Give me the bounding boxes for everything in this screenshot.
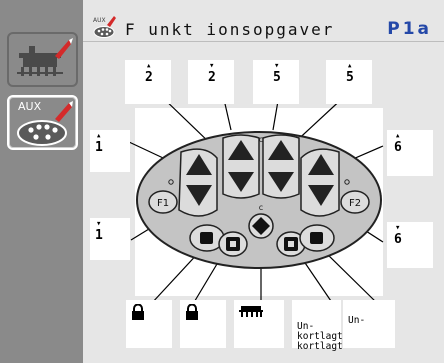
label-number: 5 bbox=[346, 70, 354, 85]
rocker-button-4[interactable] bbox=[300, 148, 340, 217]
aux-controller-icon bbox=[17, 101, 73, 146]
f1-button[interactable]: F1 bbox=[148, 190, 178, 214]
function-assignment-panel: F1 F2 c c c bbox=[83, 42, 444, 363]
label-text: Un- kortlagt kortlagt bbox=[297, 321, 343, 352]
seeder-raise-icon bbox=[17, 38, 73, 76]
label-box-bottom-4[interactable]: Un- kortlagt kortlagt bbox=[292, 300, 343, 352]
label-number: 2 bbox=[145, 70, 153, 85]
square-button-4[interactable] bbox=[299, 224, 335, 252]
label-box-right-2[interactable]: ▾ 6 bbox=[387, 222, 433, 268]
label-box-left-2[interactable]: ▾ 1 bbox=[90, 218, 130, 260]
label-box-bottom-1[interactable] bbox=[126, 300, 172, 348]
label-number: 5 bbox=[273, 70, 281, 85]
label-number: 6 bbox=[394, 140, 402, 155]
label-box-bottom-2[interactable] bbox=[180, 300, 226, 348]
softkey-column: AUX bbox=[0, 0, 83, 363]
aux-header-icon: AUX bbox=[93, 16, 116, 38]
marker-c-top: c bbox=[259, 135, 263, 144]
f2-label: F2 bbox=[349, 198, 361, 209]
label-box-top-1[interactable]: ▴ 2 bbox=[125, 60, 171, 104]
softkey-drill-settings[interactable] bbox=[7, 32, 78, 87]
page-title: F unkt ionsopgaver bbox=[125, 20, 335, 39]
softkey-aux[interactable]: AUX bbox=[7, 95, 78, 150]
frame-icon bbox=[239, 306, 263, 317]
header-bar: AUX F unkt ionsopgaver P1a bbox=[83, 0, 444, 41]
screen: AUX AUX F unkt ionsopgaver P1a F1 F2 c c… bbox=[0, 0, 444, 363]
f2-button[interactable]: F2 bbox=[340, 190, 370, 214]
label-box-top-2[interactable]: ▾ 2 bbox=[188, 60, 234, 104]
label-box-bottom-5[interactable]: Un- bbox=[343, 300, 395, 348]
label-text: Un- bbox=[348, 315, 366, 326]
rocker-button-3[interactable] bbox=[262, 134, 300, 199]
label-box-left-1[interactable]: ▴ 1 bbox=[90, 130, 130, 172]
label-box-right-1[interactable]: ▴ 6 bbox=[387, 130, 433, 176]
rocker-button-1[interactable] bbox=[178, 148, 218, 217]
svg-text:AUX: AUX bbox=[93, 17, 106, 24]
label-number: 1 bbox=[95, 140, 103, 155]
label-box-bottom-3[interactable] bbox=[234, 300, 284, 348]
f1-label: F1 bbox=[157, 198, 169, 209]
label-box-top-4[interactable]: ▴ 5 bbox=[326, 60, 372, 104]
center-diamond-button[interactable] bbox=[248, 213, 274, 239]
label-number: 6 bbox=[394, 232, 402, 247]
square-button-2[interactable] bbox=[218, 231, 248, 257]
lock-icon bbox=[132, 304, 144, 320]
label-box-top-3[interactable]: ▾ 5 bbox=[253, 60, 299, 104]
label-number: 1 bbox=[95, 228, 103, 243]
marker-c-middle: c bbox=[259, 203, 263, 212]
page-id: P1a bbox=[387, 19, 432, 39]
label-number: 2 bbox=[208, 70, 216, 85]
lock-icon bbox=[186, 304, 198, 320]
rocker-button-2[interactable] bbox=[222, 134, 260, 199]
